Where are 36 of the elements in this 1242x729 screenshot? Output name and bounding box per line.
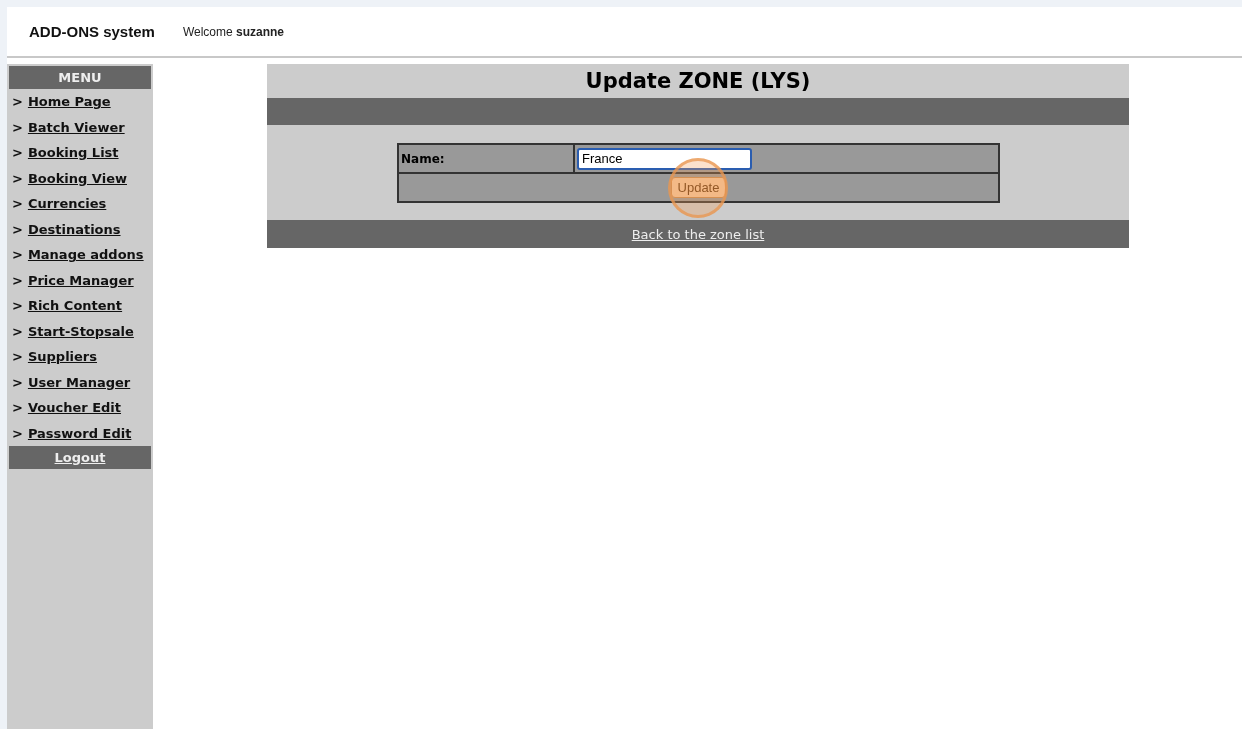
menu-link[interactable]: Manage addons — [27, 247, 144, 263]
app-title: ADD-ONS system — [29, 23, 155, 40]
menu-link[interactable]: Booking List — [27, 145, 119, 161]
menu-link[interactable]: Start-Stopsale — [27, 323, 134, 339]
menu-link[interactable]: Voucher Edit — [27, 400, 121, 416]
menu-marker: > — [12, 247, 23, 263]
name-label: Name: — [398, 144, 574, 173]
back-link[interactable]: Back to the zone list — [631, 226, 765, 242]
name-input-field[interactable]: France — [577, 147, 752, 170]
menu-marker: > — [12, 349, 23, 365]
menu-link[interactable]: Destinations — [27, 221, 121, 237]
menu-marker: > — [12, 119, 23, 135]
menu-marker: > — [12, 298, 23, 314]
logout-link[interactable]: Logout — [54, 450, 106, 465]
page-title: Update ZONE (LYS) — [584, 68, 812, 95]
welcome-text: Welcome suzanne — [182, 24, 285, 39]
menu-link[interactable]: Batch Viewer — [27, 119, 125, 135]
menu-link[interactable]: Price Manager — [27, 272, 134, 288]
menu-marker: > — [12, 196, 23, 212]
menu-link[interactable]: Home Page — [27, 94, 111, 110]
menu-marker: > — [12, 425, 23, 441]
menu-link[interactable]: Password Edit — [27, 425, 132, 441]
menu-link[interactable]: Rich Content — [27, 298, 123, 314]
menu-link[interactable]: User Manager — [27, 374, 131, 390]
menu-marker: > — [12, 145, 23, 161]
menu-marker: > — [12, 272, 23, 288]
menu-link[interactable]: Suppliers — [27, 349, 97, 365]
menu-link[interactable]: Booking View — [27, 170, 127, 186]
menu-marker: > — [12, 323, 23, 339]
menu-marker: > — [12, 374, 23, 390]
menu-marker: > — [12, 94, 23, 110]
menu-link[interactable]: Currencies — [27, 196, 107, 212]
menu-marker: > — [12, 170, 23, 186]
menu-marker: > — [12, 221, 23, 237]
menu-marker: > — [12, 400, 23, 416]
menu-title: MENU — [9, 66, 151, 89]
